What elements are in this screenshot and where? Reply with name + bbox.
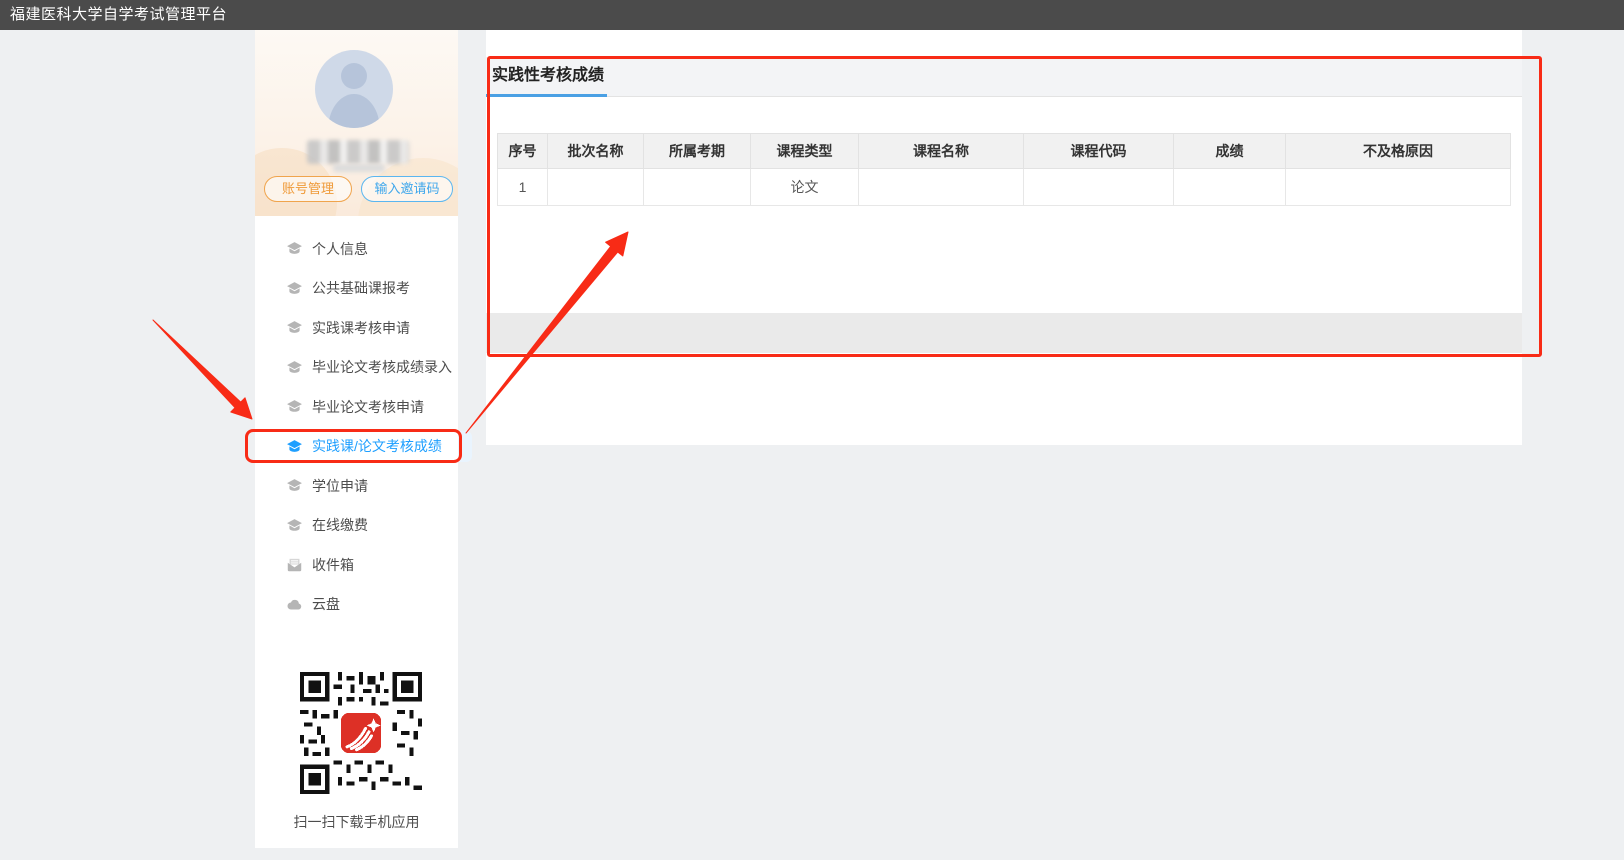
- graduation-cap-icon: [286, 319, 303, 336]
- sidebar-item-label: 收件箱: [312, 555, 354, 575]
- col-header-batch-name: 批次名称: [548, 134, 644, 169]
- graduation-cap-icon: [286, 240, 303, 257]
- sidebar-item-label: 在线缴费: [312, 515, 368, 535]
- sidebar-item-label: 个人信息: [312, 239, 368, 259]
- active-tab-underline: [486, 94, 607, 97]
- sidebar: 账号管理 输入邀请码 个人信息 公共基础课报考 实践课考核申请 毕业论文考核成绩…: [255, 30, 458, 848]
- tab-practice-assessment-scores[interactable]: 实践性考核成绩: [488, 57, 618, 97]
- col-header-course-code: 课程代码: [1024, 134, 1174, 169]
- avatar-head: [341, 63, 367, 89]
- username-redacted-line2: [333, 164, 385, 172]
- table-header-row: 序号 批次名称 所属考期 课程类型 课程名称 课程代码 成绩 不及格原因: [498, 134, 1511, 169]
- tab-strip: 实践性考核成绩: [486, 57, 1522, 97]
- top-bar: 福建医科大学自学考试管理平台: [0, 0, 1624, 30]
- col-header-seq: 序号: [498, 134, 548, 169]
- sidebar-item-thesis-exam-apply[interactable]: 毕业论文考核申请: [255, 387, 458, 427]
- table-row: 1 论文: [498, 169, 1511, 206]
- inbox-icon: [286, 556, 303, 573]
- sidebar-item-personal-info[interactable]: 个人信息: [255, 229, 458, 269]
- qr-center-logo: [341, 713, 381, 753]
- main-panel: 实践性考核成绩 序号 批次名称 所属考期 课程类型 课程名称 课程代码 成绩 不…: [486, 30, 1522, 445]
- graduation-cap-icon: [286, 477, 303, 494]
- cell-course-code: [1024, 169, 1174, 206]
- cell-course-type: 论文: [751, 169, 859, 206]
- graduation-cap-icon: [286, 280, 303, 297]
- sidebar-item-degree-apply[interactable]: 学位申请: [255, 466, 458, 506]
- cloud-icon: [286, 596, 303, 613]
- page: 福建医科大学自学考试管理平台 账号管理 输入邀请码 个人信息 公共基础课报考: [0, 0, 1624, 860]
- cell-seq: 1: [498, 169, 548, 206]
- sidebar-item-online-payment[interactable]: 在线缴费: [255, 506, 458, 546]
- col-header-exam-period: 所属考期: [644, 134, 751, 169]
- invite-code-button[interactable]: 输入邀请码: [361, 176, 453, 202]
- scores-table: 序号 批次名称 所属考期 课程类型 课程名称 课程代码 成绩 不及格原因 1 论…: [497, 133, 1511, 206]
- annotation-arrow-to-menu: [153, 320, 252, 419]
- cell-fail-reason: [1286, 169, 1511, 206]
- sidebar-item-practice-exam-apply[interactable]: 实践课考核申请: [255, 308, 458, 348]
- col-header-fail-reason: 不及格原因: [1286, 134, 1511, 169]
- sidebar-item-practice-thesis-scores[interactable]: 实践课/论文考核成绩: [255, 427, 458, 467]
- account-manage-button[interactable]: 账号管理: [264, 176, 352, 202]
- graduation-cap-icon: [286, 438, 303, 455]
- avatar: [315, 50, 393, 128]
- col-header-course-type: 课程类型: [751, 134, 859, 169]
- username-redacted: [307, 140, 409, 164]
- sidebar-item-label: 云盘: [312, 594, 340, 614]
- cell-course-name: [859, 169, 1024, 206]
- sidebar-item-cloud-drive[interactable]: 云盘: [255, 585, 458, 625]
- sidebar-item-label: 实践课考核申请: [312, 318, 410, 338]
- sidebar-item-label: 毕业论文考核成绩录入: [312, 357, 452, 377]
- cell-batch-name: [548, 169, 644, 206]
- cell-score: [1174, 169, 1286, 206]
- profile-section: 账号管理 输入邀请码: [255, 30, 458, 216]
- cell-exam-period: [644, 169, 751, 206]
- col-header-course-name: 课程名称: [859, 134, 1024, 169]
- graduation-cap-icon: [286, 398, 303, 415]
- sidebar-item-label: 毕业论文考核申请: [312, 397, 424, 417]
- sidebar-item-inbox[interactable]: 收件箱: [255, 545, 458, 585]
- sidebar-item-label: 实践课/论文考核成绩: [312, 436, 442, 456]
- qr-caption: 扫一扫下载手机应用: [255, 812, 458, 832]
- qr-code: [300, 672, 422, 794]
- avatar-shoulders: [328, 94, 380, 128]
- graduation-cap-icon: [286, 517, 303, 534]
- sidebar-item-thesis-score-entry[interactable]: 毕业论文考核成绩录入: [255, 348, 458, 388]
- sidebar-menu: 个人信息 公共基础课报考 实践课考核申请 毕业论文考核成绩录入 毕业论文考核申请…: [255, 229, 458, 624]
- sidebar-item-label: 公共基础课报考: [312, 278, 410, 298]
- col-header-score: 成绩: [1174, 134, 1286, 169]
- table-footer-bar: [486, 313, 1522, 353]
- sidebar-item-label: 学位申请: [312, 476, 368, 496]
- app-title: 福建医科大学自学考试管理平台: [10, 0, 227, 30]
- graduation-cap-icon: [286, 359, 303, 376]
- sidebar-item-public-course-register[interactable]: 公共基础课报考: [255, 269, 458, 309]
